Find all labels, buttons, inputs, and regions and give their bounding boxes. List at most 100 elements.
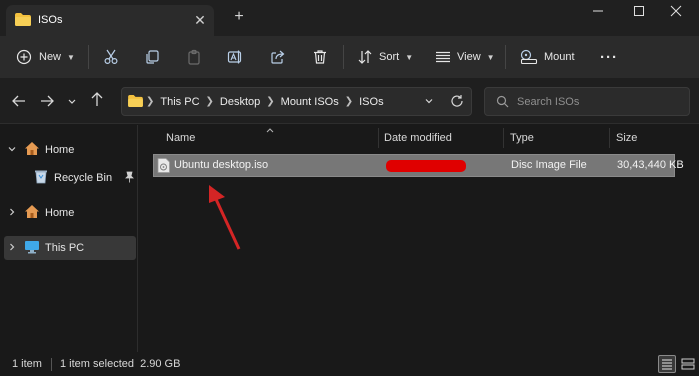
column-header-size[interactable]: Size — [616, 125, 637, 151]
toolbar-divider — [505, 45, 506, 69]
scissors-icon — [103, 49, 119, 65]
file-list: Name Date modified Type Size Ubuntu desk… — [139, 125, 699, 352]
view-list-icon — [435, 49, 451, 65]
sidebar-item-label: Home — [45, 144, 75, 156]
view-button[interactable]: View ▼ — [435, 46, 495, 68]
status-bar: 1 item 1 item selected 2.90 GB — [0, 352, 699, 376]
new-button[interactable]: New ▼ — [16, 46, 75, 68]
copy-button[interactable] — [144, 46, 160, 68]
toolbar-divider — [343, 45, 344, 69]
view-label: View — [457, 51, 481, 63]
sort-icon — [357, 49, 373, 65]
column-divider[interactable] — [503, 128, 504, 148]
pin-icon — [124, 171, 135, 186]
up-arrow-icon[interactable] — [88, 90, 106, 108]
chevron-down-icon[interactable] — [423, 95, 435, 110]
recycle-bin-icon — [34, 169, 48, 187]
sort-label: Sort — [379, 51, 400, 63]
chevron-down-icon: ▼ — [67, 52, 75, 62]
column-header-name[interactable]: Name — [166, 125, 195, 151]
tiles-view-icon[interactable] — [679, 355, 697, 373]
redaction-mark — [386, 160, 466, 172]
search-icon — [496, 95, 509, 111]
command-bar: New ▼ Sort ▼ View ▼ Mount ··· — [0, 36, 699, 78]
selection-info: 1 item selected 2.90 GB — [60, 358, 181, 370]
back-arrow-icon[interactable] — [10, 92, 28, 110]
rename-button[interactable] — [227, 46, 243, 68]
new-label: New — [39, 51, 62, 63]
copy-icon — [144, 49, 160, 65]
chevron-down-icon[interactable] — [63, 92, 81, 110]
tab-title: ISOs — [38, 14, 63, 26]
home-icon — [24, 204, 40, 222]
sidebar-item-home[interactable]: Home — [4, 138, 136, 162]
navigation-bar: ❯ This PC ❯ Desktop ❯ Mount ISOs ❯ ISOs — [0, 78, 699, 124]
disc-icon — [520, 49, 538, 65]
file-size: 30,43,440 KB — [617, 159, 684, 171]
search-box[interactable] — [484, 87, 690, 116]
address-bar[interactable]: ❯ This PC ❯ Desktop ❯ Mount ISOs ❯ ISOs — [121, 87, 472, 116]
close-window-icon[interactable] — [653, 0, 699, 28]
computer-icon — [24, 240, 40, 257]
sidebar-item-label: Recycle Bin — [54, 172, 113, 184]
clipboard-icon — [186, 49, 202, 65]
column-divider[interactable] — [609, 128, 610, 148]
close-tab-icon[interactable]: ✕ — [192, 12, 208, 28]
folder-icon — [15, 13, 31, 29]
chevron-right-icon[interactable] — [4, 242, 20, 254]
status-divider — [51, 358, 52, 371]
chevron-down-icon: ▼ — [405, 52, 414, 62]
chevron-down-icon[interactable] — [4, 144, 20, 156]
mount-label: Mount — [544, 51, 575, 63]
sidebar-item-this-pc[interactable]: This PC — [4, 236, 136, 260]
tab-isos[interactable]: ISOs ✕ — [6, 5, 214, 36]
rename-icon — [227, 49, 243, 65]
chevron-down-icon: ▼ — [486, 52, 495, 62]
more-options-button[interactable]: ··· — [600, 46, 618, 68]
file-name: Ubuntu desktop.iso — [174, 159, 269, 171]
paste-button[interactable] — [186, 46, 202, 68]
annotation-arrow — [209, 185, 241, 250]
mount-button[interactable]: Mount — [520, 46, 575, 68]
item-count: 1 item — [12, 358, 42, 370]
sort-button[interactable]: Sort ▼ — [357, 46, 413, 68]
breadcrumb-desktop[interactable]: Desktop — [220, 96, 260, 108]
chevron-right-icon: ❯ — [205, 96, 214, 107]
trash-icon — [312, 49, 328, 65]
breadcrumb-mount-isos[interactable]: Mount ISOs — [281, 96, 339, 108]
sidebar-item-label: This PC — [45, 242, 85, 254]
details-view-icon[interactable] — [658, 355, 676, 373]
minimize-icon[interactable] — [575, 0, 621, 28]
title-bar: ISOs ✕ + — [0, 0, 699, 36]
column-header-date-modified[interactable]: Date modified — [384, 125, 452, 151]
breadcrumb-this-pc[interactable]: This PC — [160, 96, 199, 108]
file-row[interactable]: Ubuntu desktop.iso Disc Image File 30,43… — [153, 154, 684, 177]
forward-arrow-icon[interactable] — [38, 92, 56, 110]
breadcrumb-isos[interactable]: ISOs — [359, 96, 383, 108]
chevron-right-icon[interactable] — [4, 207, 20, 219]
file-type: Disc Image File — [511, 159, 587, 171]
search-input[interactable] — [517, 94, 677, 110]
plus-circle-icon — [16, 49, 32, 65]
chevron-right-icon: ❯ — [266, 96, 275, 107]
folder-icon — [128, 95, 143, 110]
home-icon — [24, 141, 40, 159]
sort-ascending-icon — [265, 125, 275, 137]
column-divider[interactable] — [378, 128, 379, 148]
share-button[interactable] — [270, 46, 286, 68]
disc-image-file-icon — [157, 158, 170, 173]
chevron-right-icon: ❯ — [344, 96, 354, 107]
navigation-pane: Home Recycle Bin Home This PC — [0, 125, 138, 352]
share-icon — [270, 49, 286, 65]
cut-button[interactable] — [103, 46, 119, 68]
toolbar-divider — [88, 45, 89, 69]
column-header-type[interactable]: Type — [510, 125, 534, 151]
delete-button[interactable] — [312, 46, 328, 68]
refresh-icon[interactable] — [450, 94, 464, 111]
chevron-right-icon: ❯ — [146, 96, 155, 107]
sidebar-item-recycle-bin[interactable]: Recycle Bin — [4, 166, 136, 190]
new-tab-button[interactable]: + — [231, 9, 247, 25]
sidebar-item-home[interactable]: Home — [4, 201, 136, 225]
sidebar-item-label: Home — [45, 207, 75, 219]
breadcrumb: ❯ This PC ❯ Desktop ❯ Mount ISOs ❯ ISOs — [146, 88, 384, 115]
